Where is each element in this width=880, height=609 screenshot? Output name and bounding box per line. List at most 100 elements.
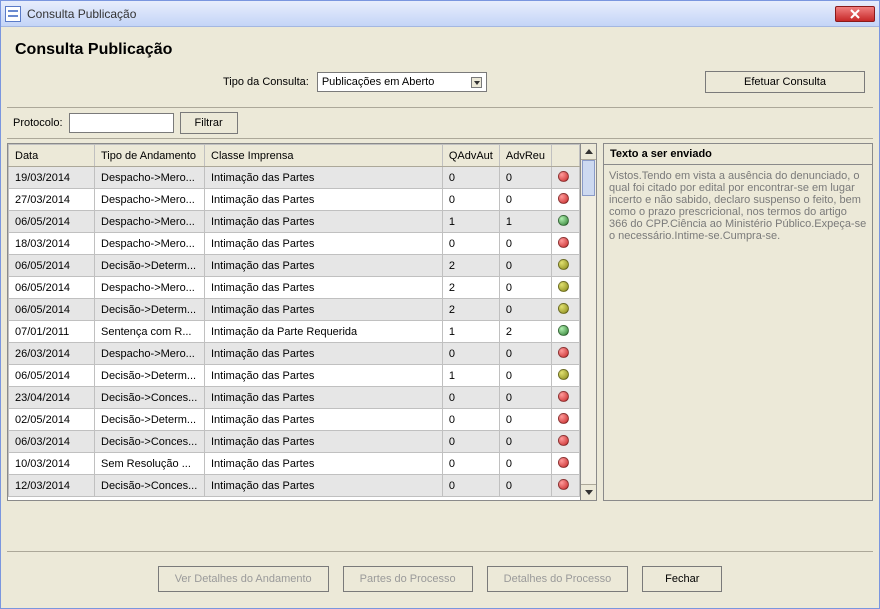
scroll-track[interactable] xyxy=(581,160,596,484)
filtrar-button[interactable]: Filtrar xyxy=(180,112,238,134)
cell-tipo: Decisão->Determ... xyxy=(95,409,205,431)
cell-status xyxy=(552,475,580,497)
cell-advreu: 0 xyxy=(499,167,551,189)
cell-status xyxy=(552,189,580,211)
table-row[interactable]: 06/05/2014Decisão->Determ...Intimação da… xyxy=(9,255,580,277)
status-dot-icon xyxy=(558,171,569,182)
table-row[interactable]: 12/03/2014Decisão->Conces...Intimação da… xyxy=(9,475,580,497)
cell-data: 27/03/2014 xyxy=(9,189,95,211)
cell-classe: Intimação das Partes xyxy=(205,233,443,255)
tipo-consulta-value: Publicações em Aberto xyxy=(322,76,435,88)
cell-tipo: Decisão->Determ... xyxy=(95,255,205,277)
cell-data: 06/03/2014 xyxy=(9,431,95,453)
cell-qadvaut: 2 xyxy=(442,255,499,277)
cell-status xyxy=(552,453,580,475)
cell-data: 26/03/2014 xyxy=(9,343,95,365)
cell-advreu: 0 xyxy=(499,409,551,431)
protocolo-input[interactable] xyxy=(69,113,174,133)
close-button[interactable] xyxy=(835,6,875,22)
cell-data: 06/05/2014 xyxy=(9,365,95,387)
cell-tipo: Decisão->Conces... xyxy=(95,475,205,497)
cell-classe: Intimação das Partes xyxy=(205,211,443,233)
cell-tipo: Despacho->Mero... xyxy=(95,277,205,299)
cell-advreu: 0 xyxy=(499,277,551,299)
table-row[interactable]: 23/04/2014Decisão->Conces...Intimação da… xyxy=(9,387,580,409)
results-grid[interactable]: Data Tipo de Andamento Classe Imprensa Q… xyxy=(7,143,581,501)
cell-qadvaut: 2 xyxy=(442,277,499,299)
texto-enviado-textarea[interactable] xyxy=(603,164,873,501)
fechar-button[interactable]: Fechar xyxy=(642,566,722,592)
partes-processo-button[interactable]: Partes do Processo xyxy=(343,566,473,592)
side-panel: Texto a ser enviado xyxy=(603,143,873,501)
cell-status xyxy=(552,233,580,255)
cell-advreu: 0 xyxy=(499,431,551,453)
cell-qadvaut: 1 xyxy=(442,321,499,343)
cell-advreu: 2 xyxy=(499,321,551,343)
table-row[interactable]: 27/03/2014Despacho->Mero...Intimação das… xyxy=(9,189,580,211)
table-row[interactable]: 06/03/2014Decisão->Conces...Intimação da… xyxy=(9,431,580,453)
table-row[interactable]: 10/03/2014Sem Resolução ...Intimação das… xyxy=(9,453,580,475)
caret-down-icon xyxy=(585,490,593,495)
col-header-qadvaut[interactable]: QAdvAut xyxy=(442,145,499,167)
cell-data: 02/05/2014 xyxy=(9,409,95,431)
efetuar-consulta-button[interactable]: Efetuar Consulta xyxy=(705,71,865,93)
app-icon xyxy=(5,6,21,22)
table-row[interactable]: 06/05/2014Decisão->Determ...Intimação da… xyxy=(9,365,580,387)
cell-classe: Intimação das Partes xyxy=(205,167,443,189)
cell-data: 06/05/2014 xyxy=(9,255,95,277)
tipo-consulta-select[interactable]: Publicações em Aberto xyxy=(317,72,487,92)
cell-data: 18/03/2014 xyxy=(9,233,95,255)
col-header-status[interactable] xyxy=(552,145,580,167)
scroll-thumb[interactable] xyxy=(582,160,595,196)
cell-status xyxy=(552,409,580,431)
table-row[interactable]: 26/03/2014Despacho->Mero...Intimação das… xyxy=(9,343,580,365)
cell-tipo: Despacho->Mero... xyxy=(95,343,205,365)
col-header-data[interactable]: Data xyxy=(9,145,95,167)
cell-tipo: Decisão->Determ... xyxy=(95,299,205,321)
query-row: Tipo da Consulta: Publicações em Aberto … xyxy=(15,71,865,93)
table-row[interactable]: 02/05/2014Decisão->Determ...Intimação da… xyxy=(9,409,580,431)
cell-qadvaut: 0 xyxy=(442,167,499,189)
col-header-tipo[interactable]: Tipo de Andamento xyxy=(95,145,205,167)
cell-data: 12/03/2014 xyxy=(9,475,95,497)
cell-classe: Intimação das Partes xyxy=(205,475,443,497)
cell-classe: Intimação das Partes xyxy=(205,431,443,453)
table-row[interactable]: 19/03/2014Despacho->Mero...Intimação das… xyxy=(9,167,580,189)
cell-advreu: 0 xyxy=(499,255,551,277)
grid-wrap: Data Tipo de Andamento Classe Imprensa Q… xyxy=(7,143,597,501)
ver-detalhes-andamento-button[interactable]: Ver Detalhes do Andamento xyxy=(158,566,329,592)
cell-qadvaut: 0 xyxy=(442,453,499,475)
main-area: Data Tipo de Andamento Classe Imprensa Q… xyxy=(7,143,873,501)
cell-classe: Intimação das Partes xyxy=(205,189,443,211)
cell-tipo: Decisão->Determ... xyxy=(95,365,205,387)
titlebar[interactable]: Consulta Publicação xyxy=(1,1,879,27)
cell-qadvaut: 0 xyxy=(442,387,499,409)
cell-qadvaut: 0 xyxy=(442,409,499,431)
grid-scrollbar[interactable] xyxy=(581,143,597,501)
cell-advreu: 0 xyxy=(499,343,551,365)
button-bar: Ver Detalhes do Andamento Partes do Proc… xyxy=(7,551,873,602)
cell-tipo: Despacho->Mero... xyxy=(95,167,205,189)
table-row[interactable]: 07/01/2011Sentença com R...Intimação da … xyxy=(9,321,580,343)
cell-advreu: 0 xyxy=(499,189,551,211)
cell-classe: Intimação das Partes xyxy=(205,409,443,431)
cell-status xyxy=(552,431,580,453)
cell-qadvaut: 1 xyxy=(442,211,499,233)
scroll-down-button[interactable] xyxy=(581,484,596,500)
scroll-up-button[interactable] xyxy=(581,144,596,160)
cell-tipo: Despacho->Mero... xyxy=(95,233,205,255)
col-header-classe[interactable]: Classe Imprensa xyxy=(205,145,443,167)
cell-tipo: Decisão->Conces... xyxy=(95,387,205,409)
cell-classe: Intimação das Partes xyxy=(205,453,443,475)
cell-classe: Intimação das Partes xyxy=(205,343,443,365)
table-row[interactable]: 06/05/2014Decisão->Determ...Intimação da… xyxy=(9,299,580,321)
filter-bar: Protocolo: Filtrar xyxy=(7,107,873,139)
detalhes-processo-button[interactable]: Detalhes do Processo xyxy=(487,566,629,592)
cell-tipo: Despacho->Mero... xyxy=(95,211,205,233)
status-dot-icon xyxy=(558,435,569,446)
close-icon xyxy=(850,9,860,19)
table-row[interactable]: 06/05/2014Despacho->Mero...Intimação das… xyxy=(9,211,580,233)
table-row[interactable]: 18/03/2014Despacho->Mero...Intimação das… xyxy=(9,233,580,255)
table-row[interactable]: 06/05/2014Despacho->Mero...Intimação das… xyxy=(9,277,580,299)
col-header-advreu[interactable]: AdvReu xyxy=(499,145,551,167)
